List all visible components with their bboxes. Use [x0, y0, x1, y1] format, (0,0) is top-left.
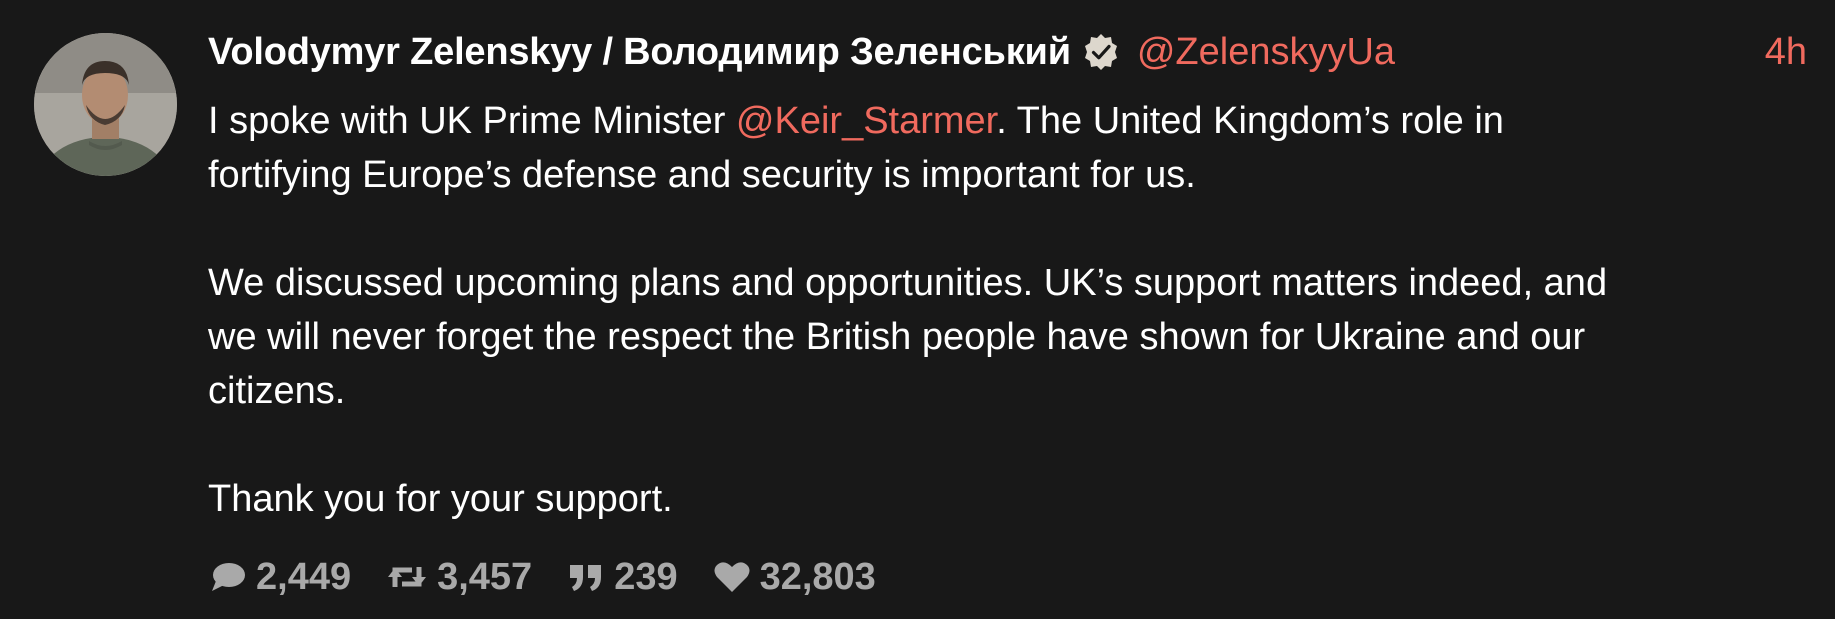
quote-icon — [570, 565, 602, 591]
text-segment: I spoke with UK Prime Minister — [208, 100, 736, 142]
retweet-count: 3,457 — [437, 555, 533, 598]
tweet-text: I spoke with UK Prime Minister @Keir_Sta… — [208, 94, 1808, 526]
like-count: 32,803 — [759, 555, 876, 598]
retweet-icon — [388, 567, 427, 587]
paragraph: Thank you for your support. — [208, 472, 1808, 526]
text-line: citizens. — [208, 370, 346, 412]
author-handle[interactable]: @ZelenskyyUa — [1137, 31, 1395, 74]
verified-badge-icon — [1081, 32, 1121, 72]
quote-count: 239 — [614, 555, 678, 598]
tweet-timestamp[interactable]: 4h — [1765, 26, 1807, 78]
reply-button[interactable]: 2,449 — [208, 556, 351, 599]
text-line: I spoke with UK Prime Minister @Keir_Sta… — [208, 94, 1808, 148]
tweet-card: Volodymyr Zelenskyy / Володимир Зеленськ… — [0, 0, 1835, 619]
tweet-actions: 2,449 3,457 239 32,803 — [208, 553, 910, 601]
reply-count: 2,449 — [256, 555, 352, 598]
tweet-header: Volodymyr Zelenskyy / Володимир Зеленськ… — [208, 26, 1395, 78]
retweet-button[interactable]: 3,457 — [385, 556, 532, 599]
quote-button[interactable]: 239 — [566, 555, 678, 599]
author-display-name[interactable]: Volodymyr Zelenskyy / Володимир Зеленськ… — [208, 31, 1071, 74]
avatar[interactable] — [34, 33, 177, 176]
text-line: we will never forget the respect the Bri… — [208, 316, 1586, 358]
mention-link[interactable]: @Keir_Starmer — [736, 100, 996, 142]
text-line: Thank you for your support. — [208, 478, 673, 520]
text-segment: . The United Kingdom’s role in — [996, 100, 1504, 142]
paragraph: We discussed upcoming plans and opportun… — [208, 256, 1808, 418]
text-line: fortifying Europe’s defense and security… — [208, 154, 1196, 196]
heart-icon — [714, 562, 750, 592]
avatar-image — [34, 33, 177, 176]
comment-icon — [212, 563, 245, 591]
text-line: We discussed upcoming plans and opportun… — [208, 262, 1608, 304]
like-button[interactable]: 32,803 — [712, 556, 876, 599]
paragraph: I spoke with UK Prime Minister @Keir_Sta… — [208, 94, 1808, 202]
